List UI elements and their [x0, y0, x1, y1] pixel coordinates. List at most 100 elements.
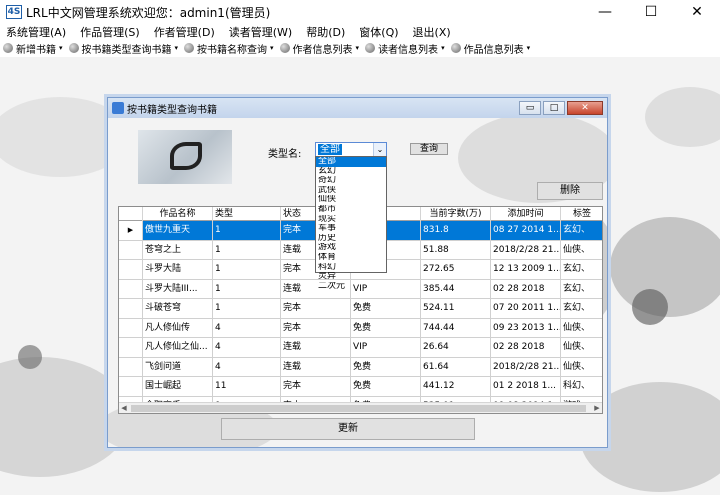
cell-name[interactable]: 斗破苍穹: [143, 299, 213, 318]
chevron-down-icon[interactable]: ▾: [527, 44, 531, 52]
toolbar-work-list[interactable]: 作品信息列表 ▾: [448, 41, 534, 56]
cell-name[interactable]: 凡人修仙之仙...: [143, 338, 213, 357]
menu-readers[interactable]: 读者管理(W): [223, 24, 300, 40]
dropdown-option[interactable]: 灵异: [316, 272, 386, 282]
cell-date[interactable]: 2018/2/28 21...: [491, 357, 561, 377]
menu-works[interactable]: 作品管理(S): [74, 24, 148, 40]
chevron-down-icon[interactable]: ⌄: [373, 143, 386, 156]
col-header-type[interactable]: 类型: [213, 207, 281, 221]
cell-type[interactable]: 1: [213, 221, 281, 240]
toolbar-reader-list[interactable]: 读者信息列表 ▾: [362, 41, 448, 56]
cell-fee[interactable]: VIP: [351, 338, 421, 357]
dropdown-option[interactable]: 体育: [316, 253, 386, 263]
cell-status[interactable]: 完本: [281, 377, 351, 396]
cell-type[interactable]: 11: [213, 377, 281, 396]
menu-exit[interactable]: 退出(X): [407, 24, 459, 40]
row-header[interactable]: [119, 357, 143, 377]
cell-name[interactable]: 飞剑问道: [143, 357, 213, 377]
child-maximize-button[interactable]: □: [543, 101, 565, 115]
cell-fee[interactable]: 免费: [351, 318, 421, 338]
cell-tags[interactable]: 仙侠、: [561, 338, 602, 357]
cell-tags[interactable]: 玄幻、: [561, 221, 602, 240]
row-header[interactable]: [119, 318, 143, 338]
cell-type[interactable]: 4: [213, 318, 281, 338]
dropdown-option[interactable]: 现实: [316, 215, 386, 225]
maximize-button[interactable]: ☐: [628, 0, 674, 24]
row-header[interactable]: [119, 299, 143, 318]
type-dropdown-list[interactable]: 全部 玄幻 奇幻 武侠 仙侠 都市 现实 军事 历史 游戏 体育 科幻 灵异 二…: [315, 156, 387, 290]
table-row[interactable]: 凡人修仙之仙... 4 连载 VIP 26.64 02 28 2018 仙侠、: [119, 338, 602, 358]
col-header-wordcount[interactable]: 当前字数(万): [421, 207, 491, 221]
cell-date[interactable]: 07 20 2011 1...: [491, 299, 561, 318]
table-row[interactable]: 飞剑问道 4 连载 免费 61.64 2018/2/28 21... 仙侠、: [119, 357, 602, 377]
cell-tags[interactable]: 玄幻、: [561, 260, 602, 279]
cell-fee[interactable]: 免费: [351, 377, 421, 396]
table-row[interactable]: 斗破苍穹 1 完本 免费 524.11 07 20 2011 1... 玄幻、: [119, 299, 602, 319]
row-header[interactable]: [119, 279, 143, 299]
cell-type[interactable]: 4: [213, 357, 281, 377]
col-header-date[interactable]: 添加时间: [491, 207, 561, 221]
cell-wordcount[interactable]: 51.88: [421, 240, 491, 260]
cell-type[interactable]: 1: [213, 240, 281, 260]
cell-wordcount[interactable]: 831.8: [421, 221, 491, 240]
chevron-down-icon[interactable]: ▾: [59, 44, 63, 52]
query-button[interactable]: 查询: [410, 143, 448, 155]
menu-window[interactable]: 窗体(Q): [353, 24, 406, 40]
cell-wordcount[interactable]: 272.65: [421, 260, 491, 279]
cell-date[interactable]: 09 23 2013 1...: [491, 318, 561, 338]
chevron-down-icon[interactable]: ▾: [270, 44, 274, 52]
dropdown-option[interactable]: 游戏: [316, 243, 386, 253]
dropdown-option[interactable]: 仙侠: [316, 195, 386, 205]
cell-tags[interactable]: 玄幻、: [561, 299, 602, 318]
cell-date[interactable]: 12 13 2009 1...: [491, 260, 561, 279]
table-row[interactable]: 国士崛起 11 完本 免费 441.12 01 2 2018 1... 科幻、: [119, 377, 602, 397]
type-combobox[interactable]: 全部 ⌄: [315, 142, 387, 157]
dropdown-option[interactable]: 武侠: [316, 186, 386, 196]
delete-button[interactable]: 删除: [537, 182, 603, 200]
cell-status[interactable]: 完本: [281, 299, 351, 318]
menu-help[interactable]: 帮助(D): [300, 24, 353, 40]
cell-status[interactable]: 连载: [281, 357, 351, 377]
cell-wordcount[interactable]: 26.64: [421, 338, 491, 357]
cell-tags[interactable]: 仙侠、: [561, 241, 602, 260]
chevron-down-icon[interactable]: ▾: [175, 44, 179, 52]
dropdown-option[interactable]: 奇幻: [316, 176, 386, 186]
cell-name[interactable]: 斗罗大陆: [143, 260, 213, 279]
cell-name[interactable]: 斗罗大陆III...: [143, 279, 213, 299]
dropdown-option[interactable]: 全部: [316, 157, 386, 167]
update-button[interactable]: 更新: [221, 418, 475, 440]
col-header-tags[interactable]: 标签: [561, 207, 602, 221]
cell-date[interactable]: 01 2 2018 1...: [491, 377, 561, 396]
row-header[interactable]: [119, 240, 143, 260]
cell-wordcount[interactable]: 61.64: [421, 357, 491, 377]
toolbar-add-book[interactable]: 新增书籍 ▾: [0, 41, 66, 56]
cell-date[interactable]: 2018/2/28 21...: [491, 240, 561, 260]
col-header-name[interactable]: 作品名称: [143, 207, 213, 221]
scroll-left-icon[interactable]: ◀: [119, 403, 129, 413]
dropdown-option[interactable]: 玄幻: [316, 167, 386, 177]
cell-tags[interactable]: 仙侠、: [561, 358, 602, 377]
dropdown-option[interactable]: 二次元: [316, 282, 386, 292]
cell-fee[interactable]: 免费: [351, 357, 421, 377]
cell-type[interactable]: 1: [213, 299, 281, 318]
cell-tags[interactable]: 科幻、: [561, 377, 602, 396]
child-close-button[interactable]: ✕: [567, 101, 603, 115]
cell-name[interactable]: 凡人修仙传: [143, 318, 213, 338]
cell-status[interactable]: 连载: [281, 338, 351, 357]
toolbar-author-list[interactable]: 作者信息列表 ▾: [277, 41, 363, 56]
cell-name[interactable]: 傲世九重天: [143, 221, 213, 240]
cell-type[interactable]: 1: [213, 279, 281, 299]
toolbar-query-by-type[interactable]: 按书籍类型查询书籍 ▾: [66, 41, 182, 56]
cell-type[interactable]: 4: [213, 338, 281, 357]
row-header[interactable]: [119, 260, 143, 279]
scrollbar-thumb[interactable]: [131, 405, 586, 412]
cell-status[interactable]: 完本: [281, 318, 351, 338]
chevron-down-icon[interactable]: ▾: [441, 44, 445, 52]
menu-authors[interactable]: 作者管理(D): [148, 24, 223, 40]
child-minimize-button[interactable]: ▭: [519, 101, 541, 115]
dropdown-option[interactable]: 科幻: [316, 263, 386, 273]
cell-fee[interactable]: 免费: [351, 299, 421, 318]
row-header[interactable]: [119, 377, 143, 396]
cell-type[interactable]: 1: [213, 260, 281, 279]
menu-system[interactable]: 系统管理(A): [0, 24, 74, 40]
